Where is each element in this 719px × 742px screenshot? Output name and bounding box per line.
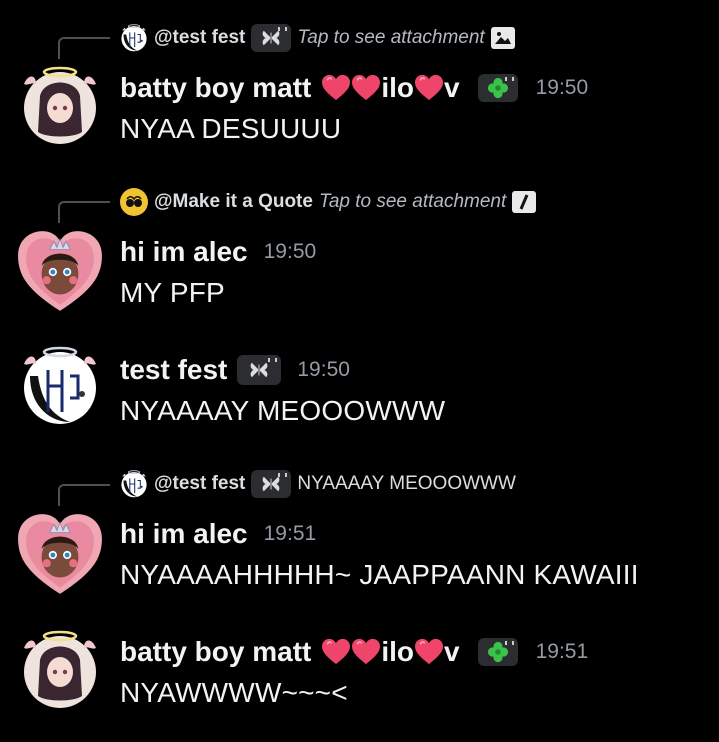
heart-icon [351, 638, 381, 666]
username[interactable]: test fest [120, 354, 227, 386]
avatar[interactable] [16, 227, 104, 315]
heart-icon [414, 74, 444, 102]
name-suffix: v [444, 72, 460, 103]
name-decoration: ilo v [321, 72, 460, 104]
heart-icon [321, 638, 351, 666]
slash-command-icon [512, 191, 537, 213]
avatar[interactable] [20, 630, 100, 710]
reply-avatar[interactable] [120, 24, 148, 52]
reply-text[interactable]: Tap to see attachment [319, 191, 506, 213]
message-content: MY PFP [120, 277, 225, 308]
username[interactable]: batty boy matt [120, 72, 311, 104]
reply-connector [58, 37, 110, 59]
reply-author[interactable]: @test fest [154, 473, 245, 495]
message-content: NYAAAAY MEOOOWWW [120, 395, 446, 426]
reply-preview[interactable]: @test fest Tap to see attachment [120, 24, 515, 52]
name-suffix: v [444, 636, 460, 667]
reply-text[interactable]: NYAAAAY MEOOOWWW [297, 473, 516, 495]
timestamp: 19:50 [263, 240, 317, 263]
heart-icon [351, 74, 381, 102]
timestamp: 19:50 [535, 76, 589, 99]
image-attachment-icon [490, 27, 515, 49]
reply-author[interactable]: @test fest [154, 27, 245, 49]
reply-preview[interactable]: @test fest NYAAAAY MEOOOWWW [120, 470, 516, 498]
avatar[interactable] [20, 66, 100, 146]
heart-icon [321, 74, 351, 102]
reply-avatar[interactable] [120, 470, 148, 498]
avatar[interactable] [16, 510, 104, 598]
reply-author[interactable]: @Make it a Quote [154, 191, 313, 213]
butterfly-tag-icon [251, 470, 292, 498]
reply-connector [58, 484, 110, 506]
heart-icon [414, 638, 444, 666]
reply-preview[interactable]: @Make it a Quote Tap to see attachment [120, 188, 537, 216]
timestamp: 19:51 [535, 640, 589, 663]
username[interactable]: hi im alec [120, 236, 248, 268]
message-content: NYAA DESUUUU [120, 113, 342, 144]
timestamp: 19:51 [263, 522, 317, 545]
reply-connector [58, 201, 110, 223]
clover-tag-icon [477, 638, 518, 666]
message-content: NYAWWWW~~~< [120, 677, 348, 708]
butterfly-tag-icon [251, 24, 292, 52]
timestamp: 19:50 [297, 358, 350, 381]
username[interactable]: hi im alec [120, 518, 248, 550]
name-decoration: ilo v [321, 636, 460, 668]
username[interactable]: batty boy matt [120, 636, 311, 668]
reply-text[interactable]: Tap to see attachment [297, 27, 484, 49]
avatar[interactable] [20, 346, 100, 426]
message-content: NYAAAAHHHHH~ JAAPPAANN KAWAIII [120, 559, 639, 590]
clover-tag-icon [477, 74, 518, 102]
butterfly-tag-icon [237, 355, 282, 385]
reply-avatar[interactable] [120, 188, 148, 216]
name-suffix: ilo [381, 636, 415, 667]
name-suffix: ilo [381, 72, 415, 103]
